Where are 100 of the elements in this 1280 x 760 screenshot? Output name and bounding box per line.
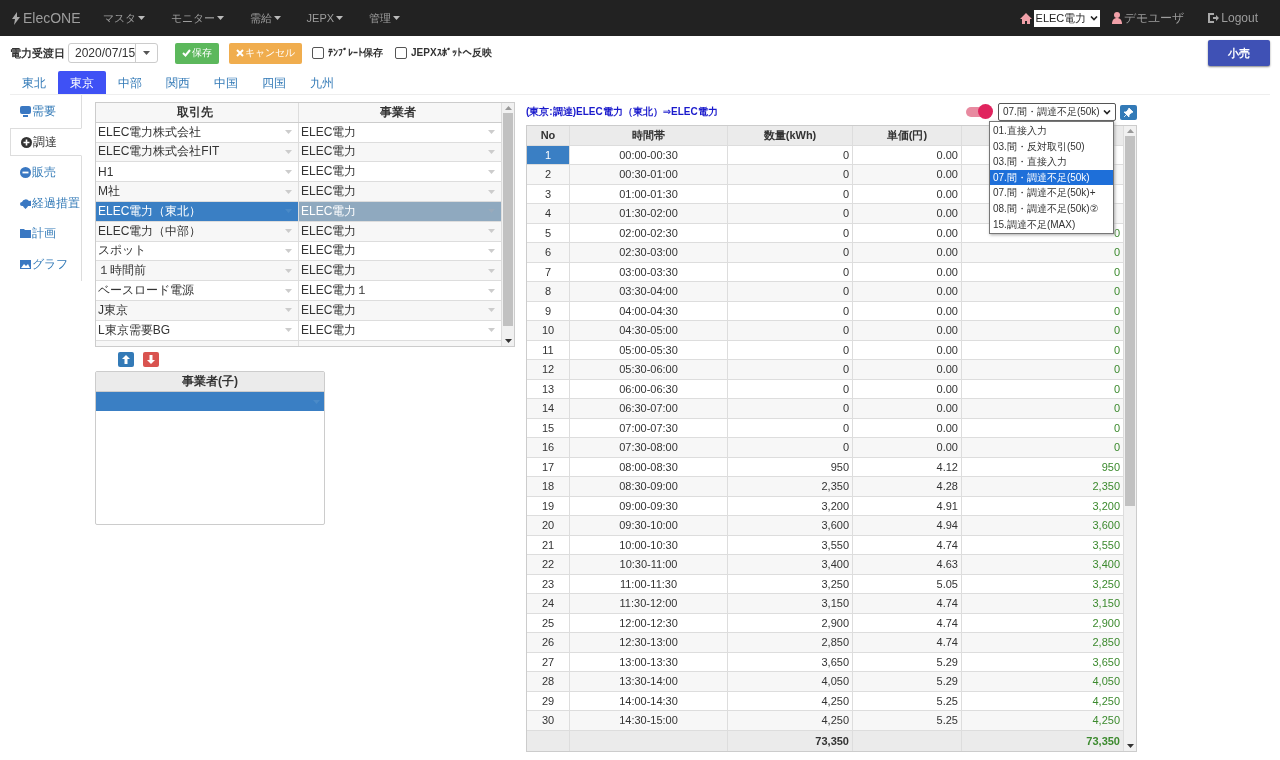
dropdown-option[interactable]: 08.間・調達不足(50k)②: [990, 200, 1113, 217]
side-tab[interactable]: グラフ: [10, 250, 81, 279]
table-cell[interactable]: 0.00: [853, 379, 962, 398]
row-number[interactable]: 3: [527, 184, 570, 203]
table-cell[interactable]: 5.29: [853, 652, 962, 671]
table-cell[interactable]: １時間前: [96, 261, 299, 281]
table-cell[interactable]: 3,200: [728, 496, 853, 515]
row-number[interactable]: 8: [527, 282, 570, 301]
table-cell[interactable]: 4.28: [853, 477, 962, 496]
table-cell[interactable]: 0.00: [853, 145, 962, 164]
company-select[interactable]: ELEC電力: [1033, 9, 1101, 27]
checkbox[interactable]: [395, 47, 407, 59]
table-cell[interactable]: H1: [96, 162, 299, 182]
nav-menu[interactable]: モニター: [170, 10, 224, 26]
nav-menu[interactable]: 需給: [249, 10, 281, 26]
row-number[interactable]: 16: [527, 438, 570, 457]
table-cell[interactable]: 0: [728, 204, 853, 223]
table-cell[interactable]: 4.12: [853, 457, 962, 476]
table-row[interactable]: ELEC電力（東北） ELEC電力: [96, 202, 502, 222]
row-number[interactable]: 21: [527, 535, 570, 554]
table-cell[interactable]: 4,050: [728, 672, 853, 691]
table-cell[interactable]: 0: [728, 262, 853, 281]
nav-menu[interactable]: JEPX: [306, 12, 344, 24]
table-cell[interactable]: 0: [728, 165, 853, 184]
row-number[interactable]: 30: [527, 711, 570, 730]
table-cell[interactable]: ELEC電力: [299, 261, 502, 281]
row-number[interactable]: 20: [527, 516, 570, 535]
table-cell[interactable]: 5.05: [853, 574, 962, 593]
table-row[interactable]: L東京需要BG ELEC電力: [96, 320, 502, 341]
user-link[interactable]: デモユーザ: [1124, 9, 1185, 27]
table-cell[interactable]: 0: [728, 321, 853, 340]
table-cell[interactable]: 0.00: [853, 321, 962, 340]
row-number[interactable]: 6: [527, 243, 570, 262]
dropdown-option[interactable]: 07.間・調達不足(50k): [990, 169, 1113, 186]
table-row[interactable]: ベースロード電源 ELEC電力１: [96, 281, 502, 301]
table-cell[interactable]: 0.00: [853, 282, 962, 301]
row-number[interactable]: 29: [527, 691, 570, 710]
table-cell[interactable]: 3,400: [728, 555, 853, 574]
table-cell[interactable]: 5.29: [853, 672, 962, 691]
table-cell[interactable]: 3,250: [728, 574, 853, 593]
table-cell[interactable]: 0.00: [853, 360, 962, 379]
table-cell[interactable]: 3,600: [728, 516, 853, 535]
table-cell[interactable]: 0.00: [853, 165, 962, 184]
side-tab[interactable]: 販売: [10, 158, 81, 187]
date-field[interactable]: 2020/07/15: [68, 43, 158, 63]
table-cell[interactable]: 2,350: [728, 477, 853, 496]
table-cell[interactable]: 0.00: [853, 418, 962, 437]
table-cell[interactable]: 4.91: [853, 496, 962, 515]
row-number[interactable]: 7: [527, 262, 570, 281]
pattern-select[interactable]: 07.間・調達不足(50k): [998, 103, 1116, 121]
table-cell[interactable]: 3,550: [728, 535, 853, 554]
table-cell[interactable]: 0.00: [853, 438, 962, 457]
move-down-button[interactable]: [143, 352, 159, 367]
region-tab[interactable]: 東京: [58, 71, 106, 94]
table-row[interactable]: １時間前 ELEC電力: [96, 261, 502, 282]
row-number[interactable]: 9: [527, 301, 570, 320]
table-cell[interactable]: L東京需要BG: [96, 320, 299, 340]
toggle-switch[interactable]: [966, 107, 990, 117]
table-cell[interactable]: 4,250: [728, 691, 853, 710]
table-cell[interactable]: ELEC電力: [299, 182, 502, 201]
table-cell[interactable]: 3,650: [728, 652, 853, 671]
row-number[interactable]: 15: [527, 418, 570, 437]
table-cell[interactable]: 4,250: [728, 711, 853, 730]
nav-menu[interactable]: マスタ: [102, 10, 145, 26]
table-cell[interactable]: 0: [728, 438, 853, 457]
nav-menu[interactable]: 管理: [369, 10, 401, 26]
table-cell[interactable]: 5.25: [853, 711, 962, 730]
table-cell[interactable]: 950: [728, 457, 853, 476]
side-tab[interactable]: 需要: [10, 97, 81, 126]
table-cell[interactable]: 0.00: [853, 223, 962, 242]
table-cell[interactable]: 2,850: [728, 633, 853, 652]
row-number[interactable]: 10: [527, 321, 570, 340]
table-row[interactable]: ELEC電力株式会社FIT ELEC電力: [96, 142, 502, 163]
table-cell[interactable]: 4.74: [853, 633, 962, 652]
row-number[interactable]: 26: [527, 633, 570, 652]
row-number[interactable]: 2: [527, 165, 570, 184]
table-cell[interactable]: 0.00: [853, 301, 962, 320]
table-cell[interactable]: 0: [728, 223, 853, 242]
region-tab[interactable]: 関西: [154, 71, 202, 94]
table-row[interactable]: M社 ELEC電力: [96, 182, 502, 202]
dropdown-option[interactable]: 03.間・反対取引(50): [990, 138, 1113, 155]
table-row[interactable]: ELEC電力株式会社 ELEC電力: [96, 122, 502, 143]
table-cell[interactable]: 4.63: [853, 555, 962, 574]
table-cell[interactable]: M社: [96, 182, 299, 201]
row-number[interactable]: 27: [527, 652, 570, 671]
region-tab[interactable]: 四国: [250, 71, 298, 94]
side-tab[interactable]: 経過措置: [10, 189, 81, 218]
table-cell[interactable]: 3,150: [728, 594, 853, 613]
move-up-button[interactable]: [118, 352, 134, 367]
dropdown-option[interactable]: 01.直接入力: [990, 123, 1113, 139]
region-tab[interactable]: 東北: [10, 71, 58, 94]
table-cell[interactable]: 0: [728, 184, 853, 203]
row-number[interactable]: 5: [527, 223, 570, 242]
table-cell[interactable]: 0.00: [853, 204, 962, 223]
table-cell[interactable]: 2,900: [728, 613, 853, 632]
dropdown-option[interactable]: 03.間・直接入力: [990, 154, 1113, 170]
row-number[interactable]: 18: [527, 477, 570, 496]
row-number[interactable]: 24: [527, 594, 570, 613]
scrollbar[interactable]: [1124, 126, 1136, 751]
table-cell[interactable]: 0: [728, 418, 853, 437]
